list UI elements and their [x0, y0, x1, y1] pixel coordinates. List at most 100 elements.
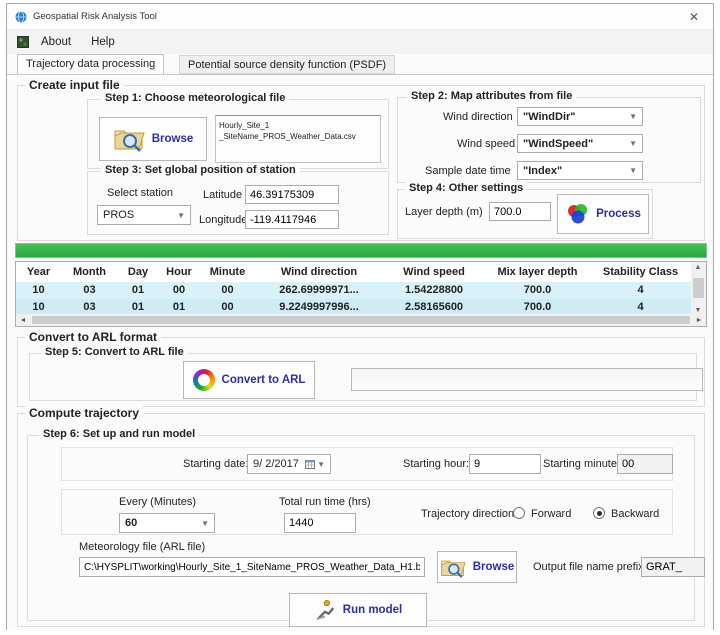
- latitude-label: Latitude: [203, 189, 242, 201]
- latitude-input[interactable]: [245, 185, 339, 204]
- menu-bar: About Help: [7, 30, 713, 54]
- total-run-time-label: Total run time (hrs): [279, 496, 371, 508]
- chevron-down-icon: ▼: [629, 112, 637, 121]
- cell: 1.54228800: [383, 282, 485, 299]
- chevron-down-icon: ▼: [177, 211, 185, 220]
- folder-search-icon: [440, 557, 466, 578]
- col-minute[interactable]: Minute: [200, 262, 255, 282]
- col-mix-layer-depth[interactable]: Mix layer depth: [485, 262, 590, 282]
- process-button[interactable]: Process: [557, 194, 649, 234]
- progress-fill: [16, 244, 706, 257]
- tab-trajectory-data-processing[interactable]: Trajectory data processing: [17, 54, 164, 74]
- table-header-row: Year Month Day Hour Minute Wind directio…: [16, 262, 706, 282]
- col-month[interactable]: Month: [61, 262, 118, 282]
- every-minutes-label: Every (Minutes): [119, 496, 196, 508]
- sample-date-time-select[interactable]: "Index" ▼: [517, 161, 643, 180]
- col-wind-direction[interactable]: Wind direction: [255, 262, 383, 282]
- longitude-input[interactable]: [245, 210, 339, 229]
- backward-radio[interactable]: [593, 507, 605, 519]
- layer-depth-input[interactable]: [489, 202, 551, 221]
- run-model-label: Run model: [343, 604, 402, 616]
- horizontal-scroll-thumb[interactable]: [32, 316, 690, 324]
- wind-direction-label: Wind direction: [443, 111, 513, 123]
- starting-minute-label: Starting minute:: [543, 458, 620, 470]
- app-icon: [15, 11, 27, 23]
- vertical-scrollbar[interactable]: ▲ ▼: [691, 262, 706, 316]
- file-name-line2: _SiteName_PROS_Weather_Data.csv: [219, 131, 377, 142]
- weather-data-table: Year Month Day Hour Minute Wind directio…: [15, 261, 707, 327]
- browse-meteorological-label: Browse: [152, 133, 194, 145]
- run-model-button[interactable]: Run model: [289, 593, 427, 627]
- step4-title: Step 4: Other settings: [405, 182, 527, 194]
- met-file-input[interactable]: [79, 557, 425, 577]
- station-select[interactable]: PROS ▼: [97, 205, 191, 225]
- every-minutes-select[interactable]: 60 ▼: [119, 513, 215, 533]
- forward-radio[interactable]: [513, 507, 525, 519]
- step1-title: Step 1: Choose meteorological file: [101, 92, 289, 104]
- progress-bar: [15, 243, 707, 258]
- rgb-circles-icon: [565, 202, 589, 226]
- step6-title: Step 6: Set up and run model: [39, 428, 199, 440]
- col-wind-speed[interactable]: Wind speed: [383, 262, 485, 282]
- every-minutes-value: 60: [125, 517, 137, 529]
- compute-trajectory-title: Compute trajectory: [25, 406, 143, 420]
- browse-meteorological-button[interactable]: Browse: [99, 117, 207, 161]
- wind-direction-select[interactable]: "WindDir" ▼: [517, 107, 643, 126]
- window-title: Geospatial Risk Analysis Tool: [33, 11, 157, 22]
- calendar-icon: [305, 459, 315, 469]
- tab-content: Create input file Step 1: Choose meteoro…: [7, 74, 713, 631]
- wind-speed-label: Wind speed: [457, 138, 515, 150]
- col-day[interactable]: Day: [118, 262, 158, 282]
- chevron-down-icon: ▼: [201, 519, 209, 528]
- chevron-down-icon: ▼: [629, 139, 637, 148]
- table-row[interactable]: 10 03 01 00 00 262.69999971... 1.5422880…: [16, 282, 706, 299]
- cell: 10: [16, 282, 61, 299]
- step2-title: Step 2: Map attributes from file: [407, 90, 576, 102]
- col-hour[interactable]: Hour: [158, 262, 200, 282]
- convert-to-arl-button[interactable]: Convert to ARL: [183, 361, 315, 399]
- file-name-line1: Hourly_Site_1: [219, 120, 377, 131]
- close-icon[interactable]: ✕: [683, 8, 705, 26]
- browse-arl-button[interactable]: Browse: [437, 551, 517, 583]
- cell: 262.69999971...: [255, 282, 383, 299]
- sample-date-time-value: "Index": [523, 165, 562, 177]
- col-stability-class[interactable]: Stability Class: [590, 262, 691, 282]
- cell: 01: [118, 282, 158, 299]
- wind-speed-select[interactable]: "WindSpeed" ▼: [517, 134, 643, 153]
- step3-title: Step 3: Set global position of station: [101, 164, 300, 176]
- convert-arl-title: Convert to ARL format: [25, 330, 161, 344]
- folder-search-icon: [113, 126, 145, 152]
- output-prefix-label: Output file name prefix: [533, 561, 644, 573]
- total-run-time-input[interactable]: [284, 513, 356, 533]
- scroll-up-icon[interactable]: ▲: [691, 264, 705, 271]
- horizontal-scrollbar[interactable]: ◄ ►: [16, 314, 706, 326]
- starting-hour-label: Starting hour:: [403, 458, 469, 470]
- starting-minute-input[interactable]: [617, 454, 673, 474]
- app-window: Geospatial Risk Analysis Tool ✕ About He…: [6, 3, 714, 630]
- col-year[interactable]: Year: [16, 262, 61, 282]
- starting-date-picker[interactable]: 9/ 2/2017 ▼: [247, 454, 331, 474]
- output-prefix-input[interactable]: [641, 557, 705, 577]
- scroll-left-icon[interactable]: ◄: [16, 317, 30, 324]
- step5-title: Step 5: Convert to ARL file: [41, 346, 188, 358]
- station-value: PROS: [103, 209, 134, 221]
- title-bar: Geospatial Risk Analysis Tool ✕: [7, 4, 713, 30]
- layer-depth-label: Layer depth (m): [405, 206, 483, 218]
- menu-about[interactable]: About: [33, 33, 79, 51]
- convert-progress-bar: [351, 368, 703, 391]
- met-file-label: Meteorology file (ARL file): [79, 541, 205, 553]
- menu-help[interactable]: Help: [83, 33, 123, 51]
- create-input-title: Create input file: [25, 78, 124, 92]
- cell: 4: [590, 282, 691, 299]
- tab-psdf[interactable]: Potential source density function (PSDF): [179, 55, 395, 74]
- vertical-scroll-thumb[interactable]: [693, 278, 704, 298]
- select-station-label: Select station: [107, 187, 173, 199]
- process-label: Process: [596, 208, 641, 220]
- scroll-right-icon[interactable]: ►: [692, 317, 706, 324]
- convert-to-arl-label: Convert to ARL: [222, 374, 306, 386]
- meteorological-file-display: Hourly_Site_1 _SiteName_PROS_Weather_Dat…: [215, 115, 381, 163]
- runner-icon: [314, 599, 336, 621]
- scroll-down-icon[interactable]: ▼: [691, 307, 705, 314]
- starting-date-label: Starting date:: [183, 458, 248, 470]
- starting-hour-input[interactable]: [469, 454, 541, 474]
